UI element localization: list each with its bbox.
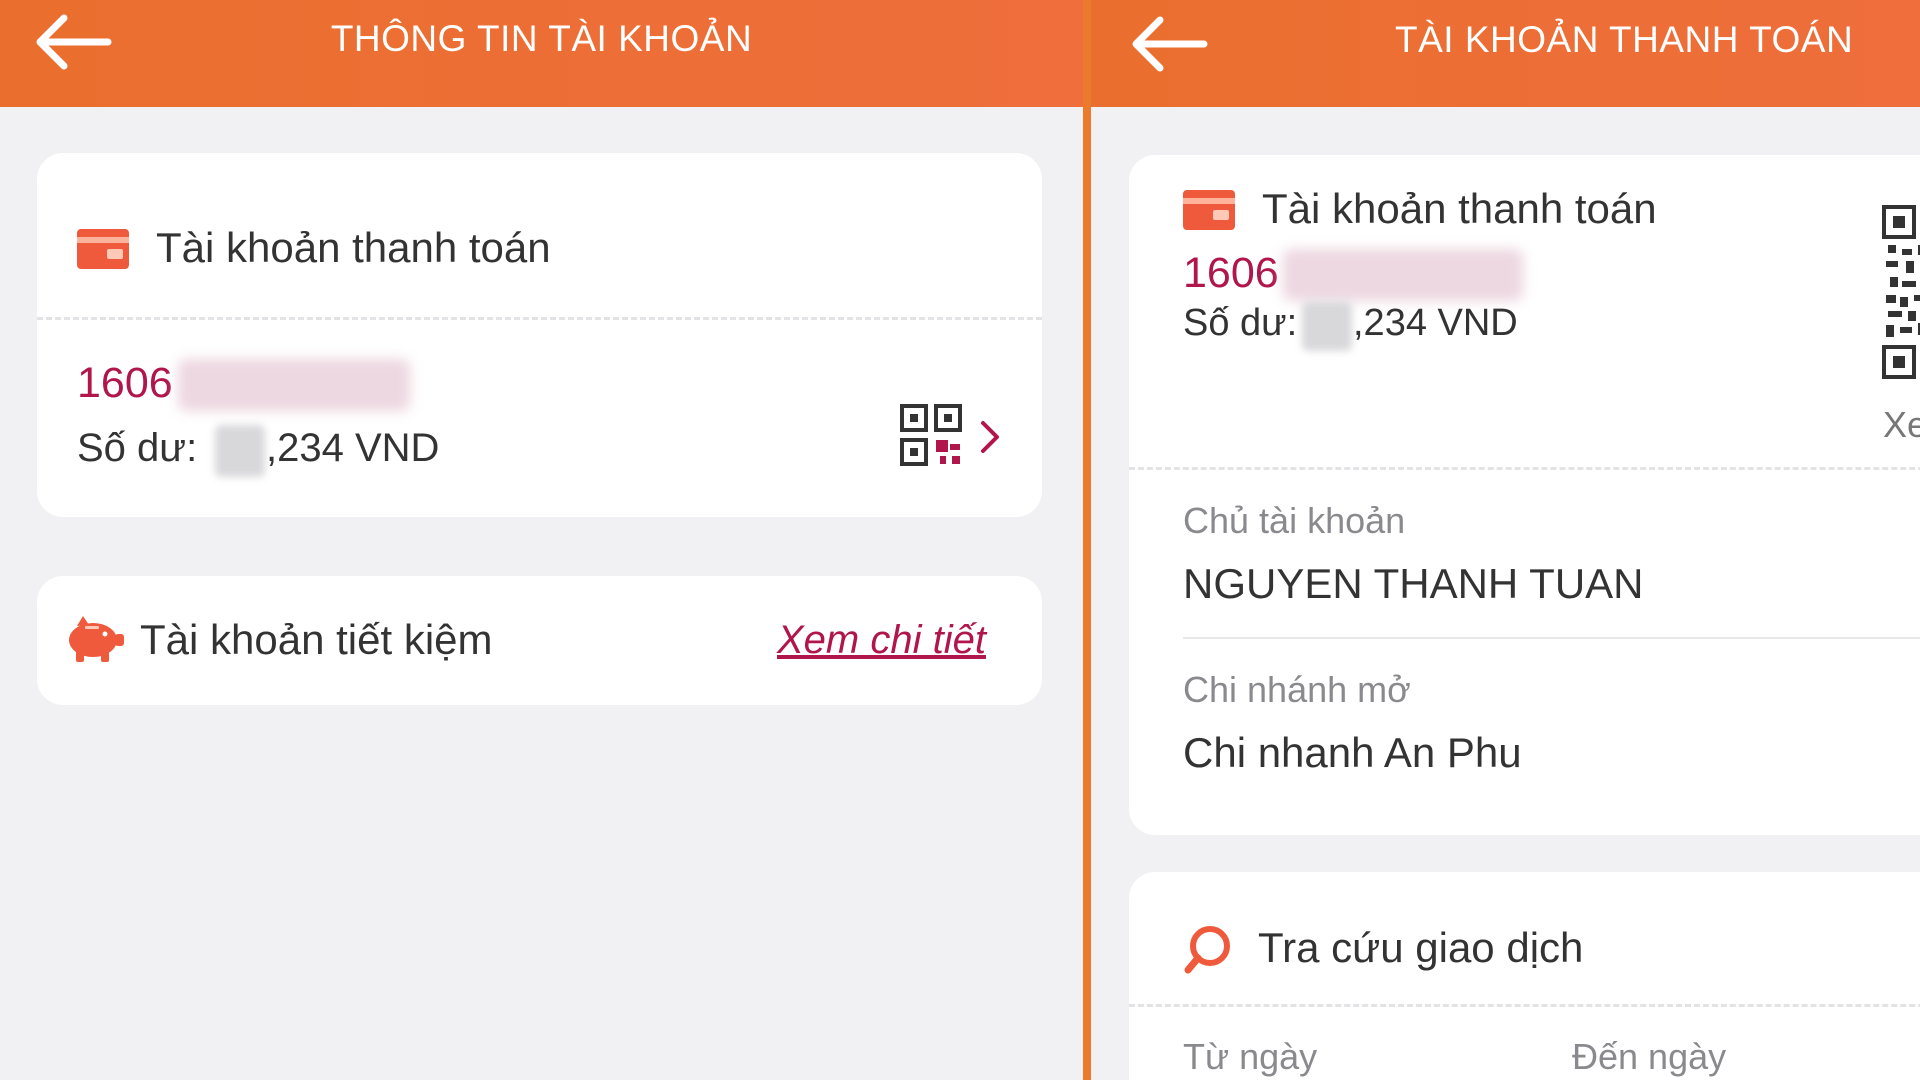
view-details-link[interactable]: Xem chi tiết	[777, 618, 986, 663]
transaction-search-card: Tra cứu giao dịch Từ ngày Đến ngày	[1129, 872, 1920, 1080]
chevron-right-icon[interactable]	[979, 419, 1003, 455]
search-icon	[1184, 926, 1230, 974]
from-date-label[interactable]: Từ ngày	[1183, 1036, 1317, 1078]
balance-value: ,234 VND	[1353, 302, 1518, 344]
divider	[1129, 1004, 1920, 1007]
piggy-bank-icon	[69, 616, 124, 662]
qr-caption[interactable]: Xe	[1883, 404, 1920, 446]
divider	[1129, 467, 1920, 470]
qr-code-icon[interactable]	[900, 404, 962, 466]
masked-account-digits	[178, 359, 410, 411]
page-title: THÔNG TIN TÀI KHOẢN	[330, 18, 753, 59]
branch-value: Chi nhanh An Phu	[1183, 729, 1522, 776]
card-icon	[1183, 190, 1235, 230]
owner-value: NGUYEN THANH TUAN	[1183, 560, 1644, 607]
panel-divider	[1083, 0, 1091, 1080]
payment-account-card[interactable]: Tài khoản thanh toán 1606 Số dư: ,234 VN…	[37, 153, 1042, 517]
account-number: 1606	[1183, 249, 1279, 297]
qr-code-icon[interactable]	[1882, 205, 1920, 379]
account-detail-card: Tài khoản thanh toán 1606 Số dư: ,234 VN…	[1129, 155, 1920, 835]
masked-account-digits	[1283, 249, 1523, 301]
search-card-title: Tra cứu giao dịch	[1258, 924, 1584, 971]
card-icon	[77, 229, 129, 269]
balance-value: ,234 VND	[266, 426, 440, 470]
arrow-left-icon	[1132, 16, 1208, 72]
to-date-label[interactable]: Đến ngày	[1572, 1036, 1726, 1078]
header: TÀI KHOẢN THANH TOÁN	[1091, 0, 1920, 107]
back-button[interactable]	[1126, 14, 1208, 74]
masked-balance	[1302, 301, 1352, 351]
masked-balance	[215, 425, 265, 477]
payment-account-screen: TÀI KHOẢN THANH TOÁN Tài khoản thanh toá…	[1091, 0, 1920, 1080]
savings-card-title: Tài khoản tiết kiệm	[140, 616, 493, 663]
account-card-title: Tài khoản thanh toán	[1262, 185, 1657, 232]
savings-account-card: Tài khoản tiết kiệm Xem chi tiết	[37, 576, 1042, 705]
owner-label: Chủ tài khoản	[1183, 500, 1406, 541]
divider	[1183, 637, 1920, 639]
balance-label: Số dư:	[77, 426, 198, 470]
header: THÔNG TIN TÀI KHOẢN	[0, 0, 1083, 107]
page-title: TÀI KHOẢN THANH TOÁN	[1395, 19, 1854, 60]
divider	[37, 317, 1042, 320]
branch-label: Chi nhánh mở	[1183, 669, 1411, 710]
balance-label: Số dư:	[1183, 302, 1298, 344]
account-info-screen: THÔNG TIN TÀI KHOẢN Tài khoản thanh toán…	[0, 0, 1083, 1080]
account-number: 1606	[77, 359, 173, 407]
payment-card-title: Tài khoản thanh toán	[156, 224, 551, 271]
